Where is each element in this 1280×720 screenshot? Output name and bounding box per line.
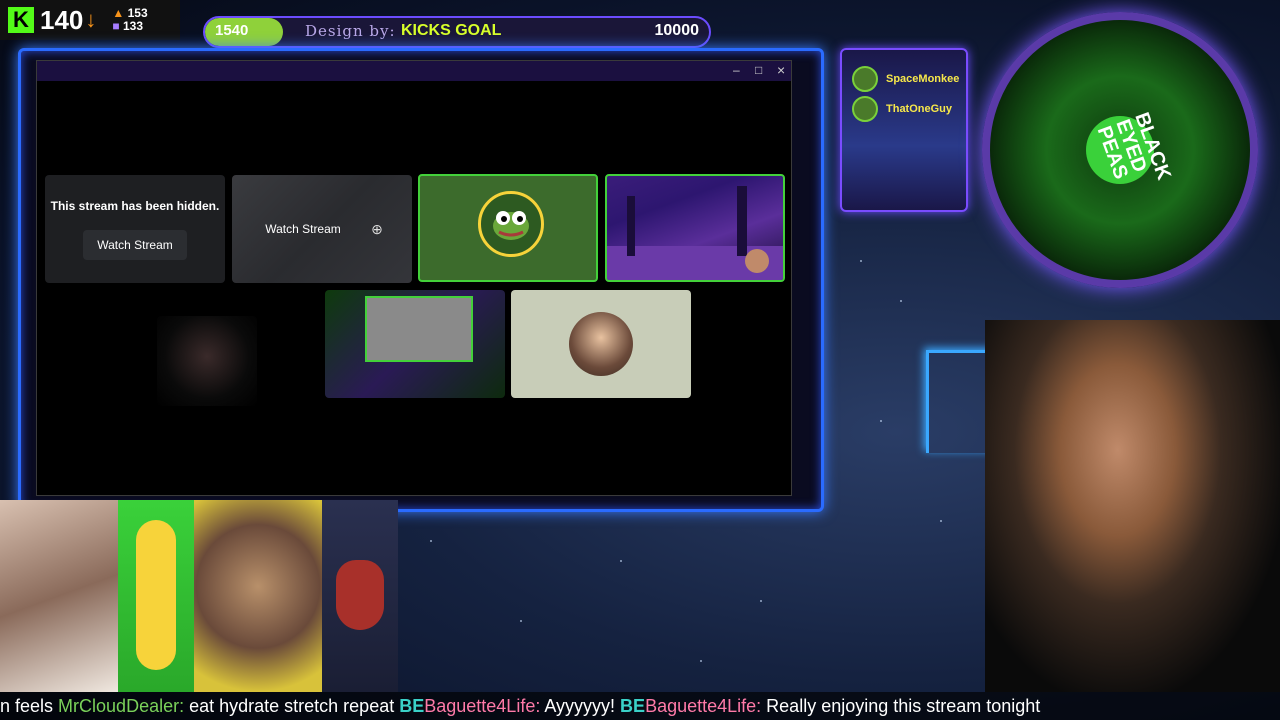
goal-label: KICKS GOAL: [401, 22, 502, 39]
stat-column: ▲ 153 ■ 133: [112, 7, 147, 33]
close-button[interactable]: ×: [777, 62, 785, 78]
beard-avatar: [336, 560, 384, 630]
profile-avatar: [569, 312, 633, 376]
game-scene: [607, 186, 783, 280]
frog-face-icon: [493, 211, 529, 240]
group-icon: ■: [112, 19, 120, 33]
viewer-item: SpaceMonkee: [852, 66, 959, 92]
popout-icon[interactable]: ⊕: [367, 219, 387, 239]
stat-a: 153: [127, 6, 148, 20]
ticker-message: Really enjoying this stream tonight: [761, 696, 1041, 716]
ticker-username: Baguette4Life:: [424, 696, 541, 716]
ticker-message: Ayyyyyy!: [540, 696, 621, 716]
watch-stream-button[interactable]: Watch Stream: [83, 230, 187, 260]
viewer-count: 140: [40, 4, 84, 35]
kicks-goal-bar: 1540 Design by: KICKS GOAL 10000: [203, 16, 711, 48]
person-icon: ▲: [112, 6, 125, 20]
hidden-stream-tile: This stream has been hidden. Watch Strea…: [45, 175, 225, 283]
stat-b: 133: [122, 19, 144, 33]
discord-call-window: – □ × This stream has been hidden. Watch…: [36, 60, 792, 496]
avatar-tile[interactable]: [418, 174, 598, 282]
kick-stats-panel: K 140 ↓ ▲ 153 ■ 133: [0, 0, 180, 40]
webcam-tile[interactable]: [157, 316, 257, 406]
ticker-message: n feels: [0, 696, 59, 716]
ticker-message: eat hydrate stretch repeat: [184, 696, 400, 716]
profile-tile[interactable]: [511, 290, 691, 398]
blurred-stream-tile[interactable]: Watch Stream ⊕: [232, 175, 412, 283]
screen-share-tile[interactable]: [325, 290, 505, 398]
kick-logo-icon: K: [8, 7, 34, 33]
banana-costume: [136, 520, 176, 670]
viewer-list-panel: SpaceMonkee ThatOneGuy: [840, 48, 968, 212]
badge-icon: BE: [399, 696, 425, 716]
hidden-stream-message: This stream has been hidden.: [50, 199, 220, 213]
minimize-button[interactable]: –: [733, 63, 740, 77]
guest-webcam: [322, 500, 398, 692]
viewer-name: ThatOneGuy: [886, 103, 953, 115]
viewer-item: ThatOneGuy: [852, 96, 952, 122]
maximize-button[interactable]: □: [755, 63, 762, 77]
viewer-name: SpaceMonkee: [886, 73, 960, 85]
watch-stream-button[interactable]: Watch Stream: [258, 215, 348, 243]
down-arrow-icon: ↓: [85, 7, 97, 32]
chat-ticker: n feels MrCloudDealer: eat hydrate stret…: [0, 692, 1280, 720]
window-titlebar[interactable]: – □ ×: [37, 61, 791, 81]
avatar: [852, 66, 878, 92]
guest-webcam: [194, 500, 322, 692]
goal-current: 1540: [215, 22, 249, 39]
guest-webcam: [118, 500, 194, 692]
avatar: [852, 96, 878, 122]
game-stream-tile[interactable]: [605, 174, 785, 282]
album-title: BLACK EYED PEAS: [1092, 109, 1175, 183]
ticker-username: Baguette4Life:: [645, 696, 762, 716]
ticker-username: MrCloudDealer:: [58, 696, 185, 716]
goal-target: 10000: [654, 22, 700, 39]
album-art-disc: BLACK EYED PEAS: [982, 12, 1258, 288]
shared-screen-preview: [365, 296, 473, 362]
goal-design-by: Design by:: [305, 22, 396, 40]
guest-webcam: [0, 500, 118, 692]
streamer-webcam: [985, 320, 1280, 692]
badge-icon: BE: [620, 696, 646, 716]
frog-avatar: [478, 191, 544, 257]
